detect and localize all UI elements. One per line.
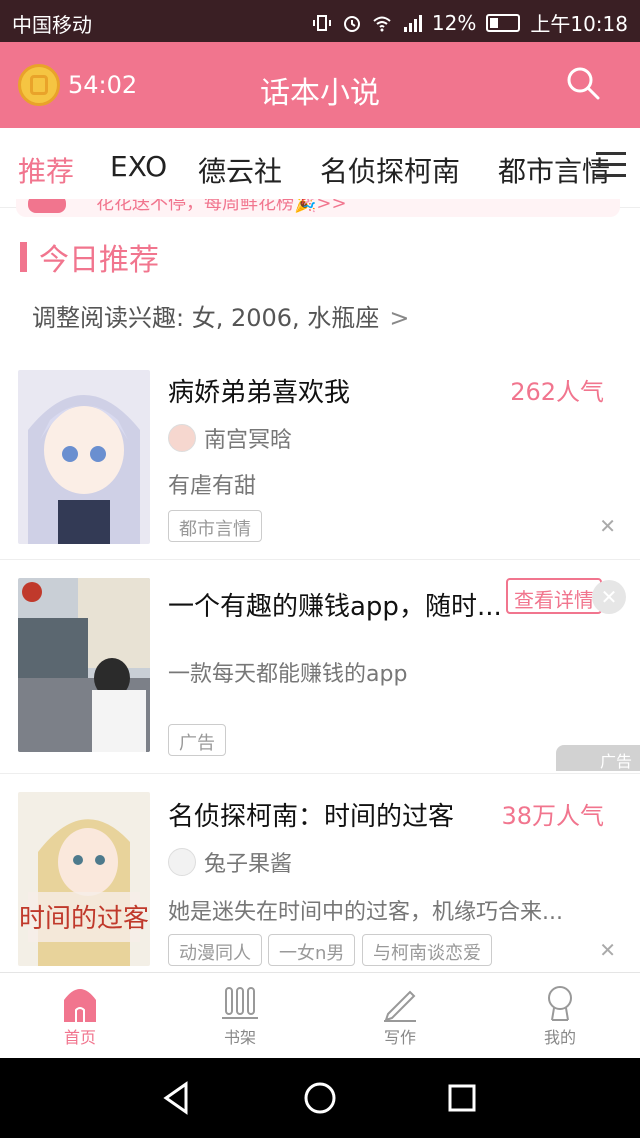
search-icon[interactable] [566, 66, 600, 100]
status-icons: 12% 上午10:18 [312, 8, 628, 37]
app-header: 54:02 话本小说 [0, 42, 640, 128]
nav-home-label: 首页 [63, 1027, 96, 1047]
book-title: 名侦探柯南：时间的过客 [168, 802, 455, 832]
ad-tag: 广告 [168, 724, 226, 756]
section-title-text: 今日推荐 [39, 243, 159, 278]
popularity-count: 262人气 [510, 378, 604, 406]
chevron-right-icon: > [389, 304, 410, 332]
section-accent-bar [20, 242, 27, 272]
tab-recommend[interactable]: 推荐 [18, 150, 74, 190]
profile-icon [548, 985, 572, 1021]
interest-text: 调整阅读兴趣: 女, 2006, 水瓶座 [32, 304, 380, 332]
genre-tag[interactable]: 与柯南谈恋爱 [362, 934, 492, 966]
promo-banner[interactable]: 花花送不停，每周鲜花榜🎉>> [16, 199, 620, 217]
home-icon [64, 988, 96, 1022]
book-card[interactable]: 时间的过客 名侦探柯南：时间的过客 38万人气 兔子果酱 她是迷失在时间中的过客… [0, 774, 640, 972]
tab-urban-romance[interactable]: 都市言情 [498, 150, 610, 190]
system-navigation-bar [0, 1058, 640, 1138]
nav-bookshelf-label: 书架 [223, 1027, 256, 1047]
banner-text: 花花送不停，每周鲜花榜🎉>> [96, 199, 347, 214]
nav-write-label: 写作 [383, 1027, 416, 1047]
menu-icon[interactable] [596, 152, 626, 182]
genre-tag[interactable]: 动漫同人 [168, 934, 262, 966]
battery-icon [486, 13, 521, 32]
ad-card[interactable]: 一个有趣的赚钱app，随时... 查看详情 ✕ 一款每天都能赚钱的app 广告 … [0, 560, 640, 774]
nav-profile-label: 我的 [543, 1027, 576, 1047]
alarm-icon [343, 15, 360, 32]
ad-title: 一个有趣的赚钱app，随时... [168, 592, 502, 622]
ad-image [18, 578, 150, 752]
book-description: 有虐有甜 [168, 474, 257, 499]
close-icon[interactable]: ✕ [599, 514, 616, 538]
section-title: 今日推荐 [20, 240, 159, 278]
book-card[interactable]: 病娇弟弟喜欢我 262人气 南宫冥晗 有虐有甜 都市言情 ✕ [0, 350, 640, 560]
nav-write[interactable]: 写作 [320, 973, 480, 1058]
book-cover [18, 370, 150, 544]
author-row: 南宫冥晗 [168, 422, 292, 454]
popularity-count: 38万人气 [501, 802, 604, 830]
book-title: 病娇弟弟喜欢我 [168, 378, 351, 408]
nav-bookshelf[interactable]: 书架 [160, 973, 320, 1058]
signal-icon [403, 14, 422, 32]
bottom-navigation: 首页 书架 写作 我的 [0, 972, 640, 1058]
banner-tag [28, 199, 66, 213]
ad-close-icon[interactable]: ✕ [592, 580, 626, 614]
tab-conan[interactable]: 名侦探柯南 [320, 150, 460, 190]
author-name: 兔子果酱 [204, 852, 293, 877]
ad-description: 一款每天都能赚钱的app [168, 662, 408, 687]
carrier-label: 中国移动 [12, 13, 92, 37]
pencil-icon [384, 990, 416, 1022]
wifi-icon [373, 16, 391, 31]
category-tabs: 推荐 EXO 德云社 名侦探柯南 都市言情 [0, 128, 640, 208]
home-button-icon[interactable] [300, 1078, 340, 1118]
recent-apps-icon[interactable] [442, 1078, 482, 1118]
nav-profile[interactable]: 我的 [480, 973, 640, 1058]
back-icon[interactable] [158, 1078, 198, 1118]
tab-deyunshe[interactable]: 德云社 [198, 150, 282, 190]
tab-exo[interactable]: EXO [110, 150, 167, 183]
avatar [168, 848, 196, 876]
nav-home[interactable]: 首页 [0, 973, 160, 1058]
app-title: 话本小说 [260, 76, 380, 111]
battery-percent: 12% [431, 10, 477, 35]
clock-time: 上午10:18 [530, 12, 628, 36]
svg-text:时间的过客: 时间的过客 [19, 904, 149, 934]
book-cover: 时间的过客 [18, 792, 150, 966]
vibrate-icon [312, 14, 331, 31]
interest-adjust-link[interactable]: 调整阅读兴趣: 女, 2006, 水瓶座 > [32, 298, 409, 333]
avatar [168, 424, 196, 452]
bookshelf-icon [222, 986, 258, 1019]
ad-badge: 广告 [556, 745, 640, 771]
genre-tag[interactable]: 一女n男 [268, 934, 356, 966]
author-row: 兔子果酱 [168, 846, 292, 878]
close-icon[interactable]: ✕ [599, 938, 616, 962]
book-description: 她是迷失在时间中的过客，机缘巧合来... [168, 900, 563, 925]
view-details-button[interactable]: 查看详情 [506, 578, 602, 614]
genre-tag[interactable]: 都市言情 [168, 510, 262, 542]
status-bar: 中国移动 12% 上午10:18 [0, 0, 640, 42]
author-name: 南宫冥晗 [204, 428, 293, 453]
